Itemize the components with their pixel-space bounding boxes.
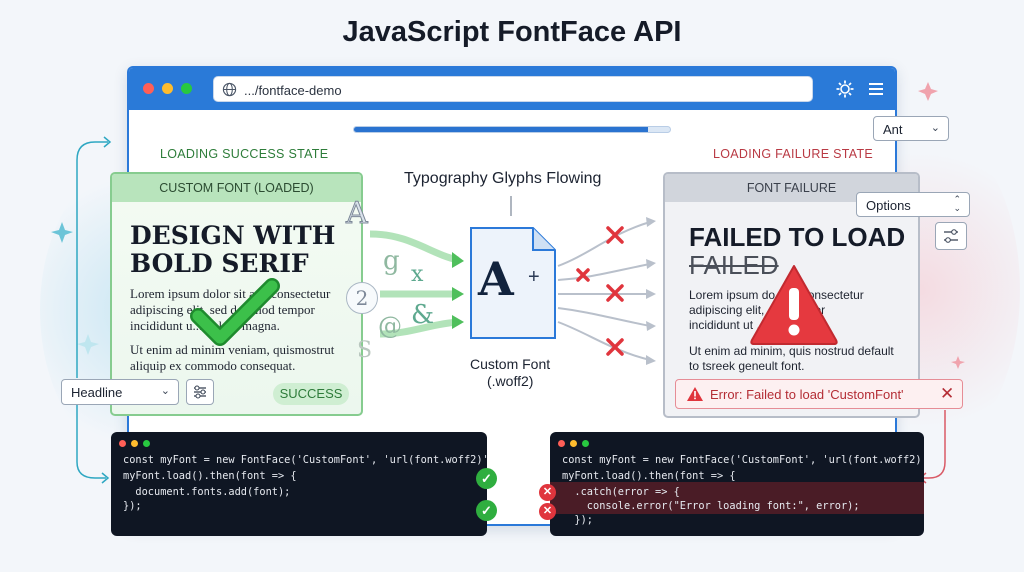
check-icon: ✓ — [476, 500, 497, 521]
check-icon — [190, 278, 280, 346]
code-line: myFont.load().then(font => { — [562, 470, 736, 482]
address-bar[interactable]: .../fontface-demo — [213, 76, 813, 102]
code-line: }); — [123, 500, 142, 512]
glyph-flow-label: Typography Glyphs Flowing — [404, 170, 602, 187]
glyph-s: S — [357, 338, 373, 363]
font-select[interactable]: Ant ⌄ — [873, 116, 949, 141]
chevron-down-icon: ⌄ — [160, 385, 170, 397]
url-text: .../fontface-demo — [244, 83, 342, 98]
error-toast: Error: Failed to load 'CustomFont' ✕ — [675, 379, 963, 409]
success-headline-line-2: BOLD SERIF — [130, 249, 309, 278]
flow-connector-left-bottom — [76, 405, 106, 479]
chevron-updown-icon: ⌃ ⌄ — [953, 194, 961, 213]
code-line: myFont.load().then(font => { — [123, 470, 297, 482]
failure-settings-button[interactable] — [935, 222, 967, 250]
sparkle-icon — [51, 222, 99, 355]
failure-state-label: LOADING FAILURE STATE — [713, 147, 874, 161]
glyph-a: A — [346, 196, 369, 232]
cross-icon: ✕ — [539, 503, 556, 520]
font-caption-name: Custom Font — [470, 356, 551, 372]
success-card-header: CUSTOM FONT (LOADED) — [112, 174, 361, 202]
failure-body-paragraph-2: Ut enim ad minim, quis nostrud default to… — [689, 344, 894, 373]
code-line: document.fonts.add(font); — [123, 486, 291, 498]
code-line: .catch(error => { — [562, 486, 680, 498]
font-file-glyph: A — [478, 252, 514, 306]
check-icon: ✓ — [476, 468, 497, 489]
glyph-g: g — [383, 246, 400, 276]
globe-icon — [222, 82, 237, 97]
options-select[interactable]: Options ⌃ ⌄ — [856, 192, 970, 217]
menu-icon[interactable] — [867, 80, 885, 98]
glyph-x: x — [411, 262, 424, 287]
code-line: }); — [562, 514, 593, 526]
success-headline-line-1: DESIGN WITH — [130, 221, 336, 250]
browser-titlebar: .../fontface-demo — [129, 68, 895, 110]
text-style-select-value: Headline — [71, 385, 123, 400]
sliders-icon — [194, 385, 206, 399]
sliders-icon — [944, 229, 958, 243]
code-line: console.error("Error loading font:", err… — [562, 500, 860, 512]
close-window-button[interactable] — [143, 83, 154, 94]
success-state-label: LOADING SUCCESS STATE — [160, 147, 329, 161]
error-message: Error: Failed to load 'CustomFont' — [710, 387, 904, 402]
font-file-plus: + — [528, 266, 540, 288]
code-panel-success: const myFont = new FontFace('CustomFont'… — [111, 432, 487, 536]
loading-progress-bar — [353, 126, 671, 133]
close-icon[interactable]: ✕ — [940, 384, 954, 404]
warning-icon — [687, 387, 703, 401]
glyph-ampersand: & — [411, 300, 435, 330]
flow-connector-right — [922, 410, 946, 479]
glyph-at: @ — [378, 312, 402, 340]
cross-icon: ✕ — [539, 484, 556, 501]
page-title: JavaScript FontFace API — [342, 16, 682, 48]
loading-progress-fill — [354, 127, 648, 132]
text-style-select[interactable]: Headline ⌄ — [61, 379, 179, 405]
options-select-value: Options — [866, 198, 911, 213]
code-panel-failure: const myFont = new FontFace('CustomFont'… — [550, 432, 924, 536]
warning-icon — [750, 265, 838, 345]
chevron-down-icon: ⌄ — [930, 122, 940, 134]
code-line: const myFont = new FontFace('CustomFont'… — [123, 454, 487, 466]
failure-headline: FAILED TO LOAD — [689, 222, 906, 252]
maximize-window-button[interactable] — [181, 83, 192, 94]
minimize-window-button[interactable] — [162, 83, 173, 94]
font-caption-format: (.woff2) — [487, 373, 534, 389]
font-select-value: Ant — [883, 122, 903, 137]
gear-icon[interactable] — [835, 79, 855, 99]
glyph-2: 2 — [346, 282, 378, 314]
cross-icon — [576, 226, 624, 356]
success-status-badge: SUCCESS — [273, 383, 349, 405]
code-line: const myFont = new FontFace('CustomFont'… — [562, 454, 924, 466]
adjust-settings-button[interactable] — [186, 379, 214, 405]
